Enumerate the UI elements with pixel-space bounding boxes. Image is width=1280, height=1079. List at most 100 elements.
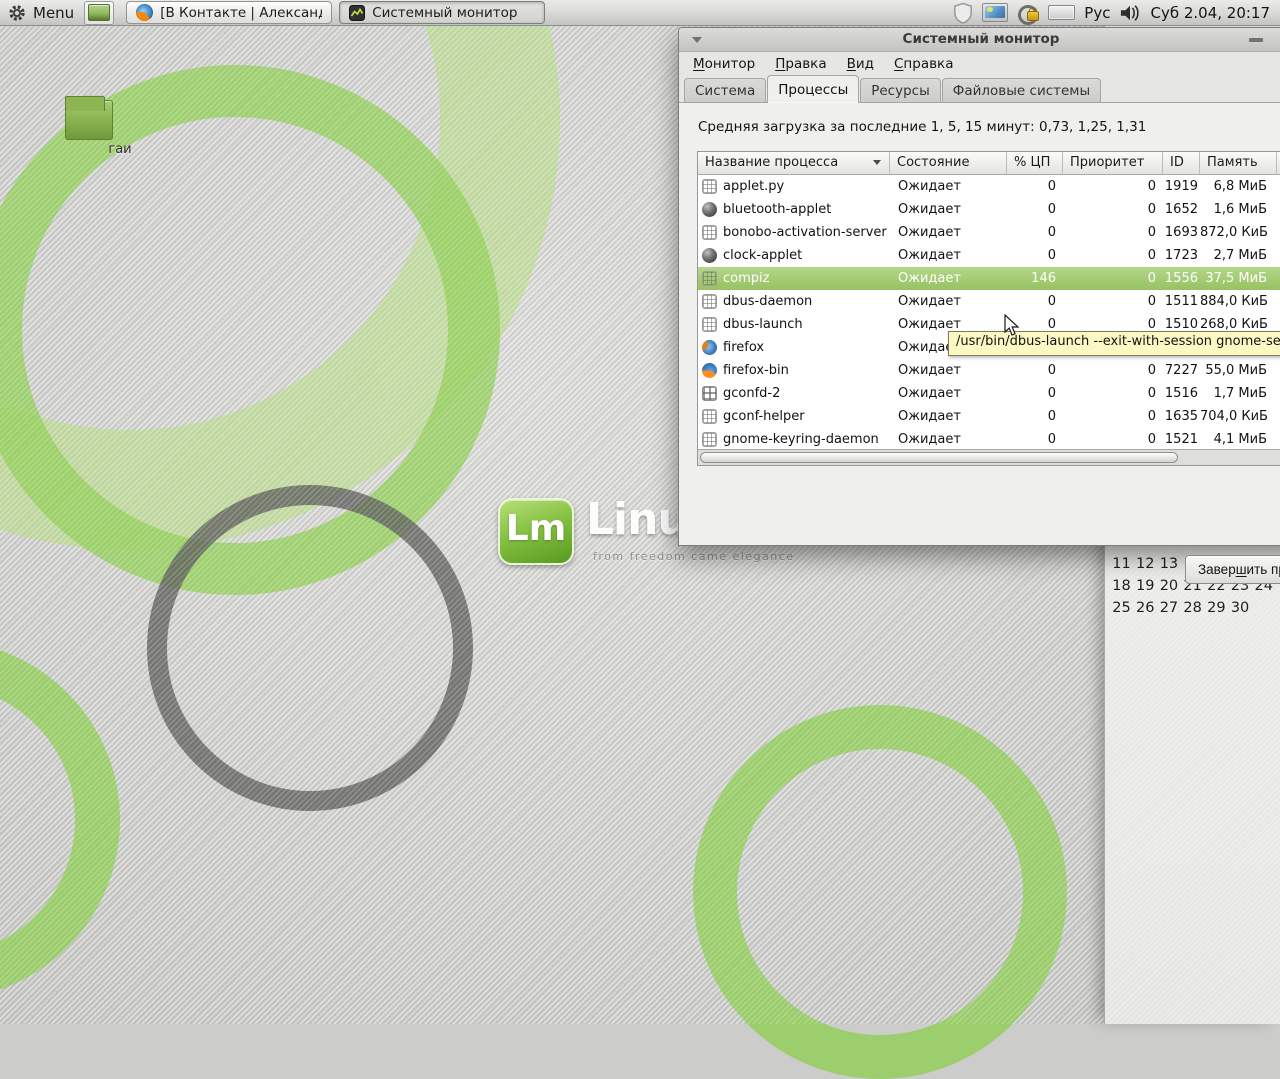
calendar-day[interactable]: 30	[1228, 600, 1252, 616]
taskbar-label: [В Контакте | Александ...	[160, 5, 322, 21]
column-header-3[interactable]: % ЦП	[1007, 152, 1063, 175]
sphere-process-icon	[702, 248, 717, 263]
cell-nice: 0	[1063, 386, 1163, 401]
menubar: МониторПравкаВидСправка	[683, 53, 963, 75]
menu-4[interactable]: Справка	[884, 54, 964, 74]
process-row-compiz[interactable]: compizОжидает1460155637,5 МиБ	[698, 267, 1280, 290]
calendar-day[interactable]: 18	[1109, 578, 1133, 594]
cell-nice: 0	[1063, 179, 1163, 194]
keyboard-layout-indicator[interactable]: Рус	[1084, 4, 1110, 22]
cell-id: 1511	[1163, 294, 1200, 309]
clock[interactable]: Суб 2.04, 20:17	[1150, 4, 1270, 22]
calendar-day[interactable]: 13	[1156, 556, 1180, 572]
firefox-icon	[136, 4, 153, 21]
cell-memory: 704,0 КиБ	[1200, 409, 1271, 424]
cell-nice: 0	[1063, 202, 1163, 217]
generic-process-icon	[702, 317, 717, 332]
taskbar-button-system-monitor[interactable]: Системный монитор	[339, 1, 545, 24]
load-average-text: Средняя загрузка за последние 1, 5, 15 м…	[698, 119, 1146, 135]
menu-button[interactable]: Menu	[0, 0, 84, 25]
process-row-clock-applet[interactable]: clock-appletОжидает0017232,7 МиБ	[698, 244, 1280, 267]
cell-nice: 0	[1063, 294, 1163, 309]
column-header-2[interactable]: Состояние	[890, 152, 1007, 175]
scrollbar-thumb[interactable]	[700, 452, 1178, 463]
calendar-day[interactable]: 12	[1133, 556, 1157, 572]
calendar-day[interactable]: 26	[1133, 600, 1157, 616]
wallpaper-ring-gray	[147, 485, 473, 811]
cell-nice: 0	[1063, 271, 1163, 286]
cell-nice: 0	[1063, 409, 1163, 424]
firefox-process-icon	[702, 363, 717, 378]
process-row-applet.py[interactable]: applet.pyОжидает0019196,8 МиБ	[698, 175, 1280, 198]
menu-2[interactable]: Правка	[765, 54, 836, 74]
generic-process-icon	[702, 179, 717, 194]
cell-id: 7227	[1163, 363, 1200, 378]
tab-1[interactable]: Система	[684, 78, 766, 103]
window-shade-icon[interactable]	[692, 37, 702, 43]
column-header-5[interactable]: ID	[1163, 152, 1200, 175]
process-row-gconf-helper[interactable]: gconf-helperОжидает001635704,0 КиБ	[698, 405, 1280, 428]
process-row-bonobo-activation-server[interactable]: bonobo-activation-serverОжидает001693872…	[698, 221, 1280, 244]
cell-state: Ожидает	[890, 225, 1007, 240]
calendar-day[interactable]: 25	[1109, 600, 1133, 616]
calendar-day[interactable]: 20	[1156, 578, 1180, 594]
cell-name: dbus-launch	[698, 317, 890, 332]
keyring-icon[interactable]	[1017, 3, 1039, 22]
cell-cpu: 0	[1007, 294, 1063, 309]
tab-4[interactable]: Файловые системы	[942, 78, 1101, 103]
taskbar-button-firefox[interactable]: [В Контакте | Александ...	[126, 1, 332, 24]
cell-name: bluetooth-applet	[698, 202, 890, 217]
wallpaper-ring-left	[0, 640, 120, 1000]
column-header-6[interactable]: Память	[1200, 152, 1277, 175]
process-row-gconfd-2[interactable]: gconfd-2Ожидает0015161,7 МиБ	[698, 382, 1280, 405]
calendar-day[interactable]: 28	[1180, 600, 1204, 616]
calendar-day[interactable]: 27	[1156, 600, 1180, 616]
volume-icon[interactable]	[1119, 3, 1141, 23]
cell-nice: 0	[1063, 363, 1163, 378]
window-titlebar[interactable]: Системный монитор	[679, 28, 1280, 52]
calendar-day[interactable]: 19	[1133, 578, 1157, 594]
cell-nice: 0	[1063, 248, 1163, 263]
column-header-label: Память	[1207, 155, 1258, 170]
cell-name: gnome-keyring-daemon	[698, 432, 890, 447]
cell-cpu: 0	[1007, 179, 1063, 194]
globe-process-icon	[702, 340, 717, 355]
show-desktop-icon	[88, 4, 110, 21]
shield-icon[interactable]	[953, 2, 973, 24]
sort-descending-icon	[873, 160, 881, 165]
column-header-label: % ЦП	[1014, 155, 1050, 170]
calendar-day[interactable]: 29	[1204, 600, 1228, 616]
column-header-4[interactable]: Приоритет	[1063, 152, 1163, 175]
cell-name: gconfd-2	[698, 386, 890, 401]
process-row-firefox-bin[interactable]: firefox-binОжидает00722755,0 МиБ	[698, 359, 1280, 382]
cell-id: 1556	[1163, 271, 1200, 286]
table-body: applet.pyОжидает0019196,8 МиБbluetooth-a…	[698, 175, 1280, 449]
cell-cpu: 0	[1007, 248, 1063, 263]
process-name: gnome-keyring-daemon	[723, 432, 879, 447]
cell-cpu: 0	[1007, 409, 1063, 424]
horizontal-scrollbar[interactable]	[698, 449, 1280, 465]
wallpaper-ring-bottom	[693, 705, 1067, 1079]
process-row-dbus-daemon[interactable]: dbus-daemonОжидает001511884,0 КиБ	[698, 290, 1280, 313]
menu-label: Menu	[33, 4, 74, 22]
process-row-gnome-keyring-daemon[interactable]: gnome-keyring-daemonОжидает0015214,1 МиБ	[698, 428, 1280, 449]
process-name: compiz	[723, 271, 769, 286]
column-header-1[interactable]: Название процесса	[698, 152, 890, 175]
show-desktop-button[interactable]	[84, 1, 114, 25]
cell-state: Ожидает	[890, 386, 1007, 401]
cell-id: 1919	[1163, 179, 1200, 194]
tab-3[interactable]: Ресурсы	[860, 78, 941, 103]
process-row-bluetooth-applet[interactable]: bluetooth-appletОжидает0016521,6 МиБ	[698, 198, 1280, 221]
end-process-button[interactable]: Завершить про	[1185, 555, 1280, 584]
menu-3[interactable]: Вид	[837, 54, 884, 74]
process-name: bluetooth-applet	[723, 202, 831, 217]
process-table: Название процессаСостояние % ЦП ПриоритетI…	[697, 151, 1280, 466]
tab-2[interactable]: Процессы	[767, 75, 859, 103]
calendar-day[interactable]: 11	[1109, 556, 1133, 572]
keyboard-icon[interactable]	[1048, 5, 1075, 20]
menu-1[interactable]: Монитор	[683, 54, 765, 74]
cell-name: applet.py	[698, 179, 890, 194]
minimize-icon[interactable]	[1249, 38, 1263, 42]
calendar-day[interactable]	[1251, 600, 1275, 616]
display-settings-icon[interactable]	[982, 3, 1008, 22]
